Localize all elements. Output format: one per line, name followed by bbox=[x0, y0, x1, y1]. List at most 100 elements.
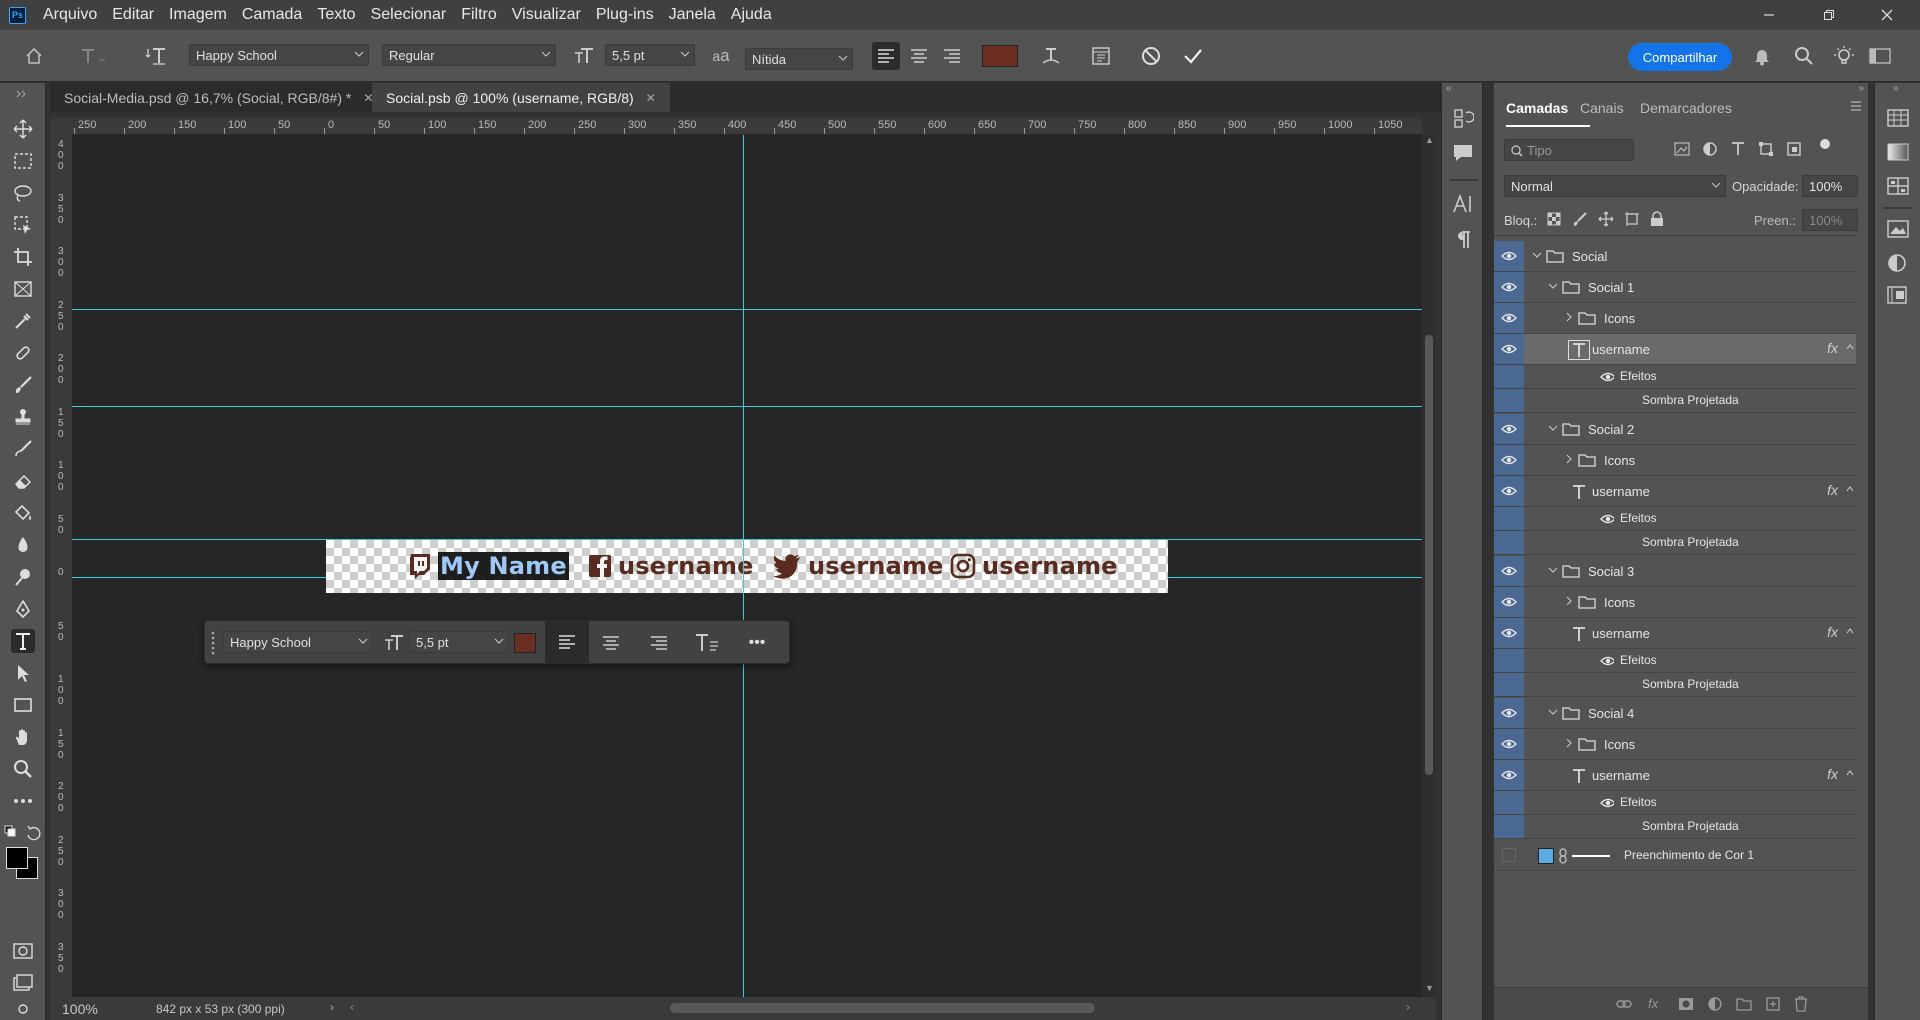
eye-icon[interactable] bbox=[1600, 372, 1614, 382]
eye-icon[interactable] bbox=[1494, 476, 1524, 506]
tables-panel-icon[interactable] bbox=[1887, 109, 1909, 127]
eye-icon[interactable] bbox=[1494, 334, 1524, 364]
layer-group-row[interactable]: Icons bbox=[1494, 587, 1856, 618]
menu-imagem[interactable]: Imagem bbox=[169, 6, 227, 24]
username-text-selected[interactable]: My Name bbox=[438, 552, 569, 580]
vertical-ruler[interactable]: 4 0 0 3 5 0 3 0 0 2 5 0 2 0 0 1 5 0 1 0 0 5 0 0 5… bbox=[50, 135, 72, 997]
foreground-background-colors[interactable] bbox=[6, 847, 40, 881]
tab-camadas[interactable]: Camadas bbox=[1506, 100, 1568, 116]
text-properties-icon[interactable] bbox=[689, 629, 725, 657]
text-color-swatch[interactable] bbox=[982, 45, 1018, 67]
menu-janela[interactable]: Janela bbox=[669, 6, 716, 24]
bell-icon[interactable] bbox=[1750, 44, 1774, 68]
layer-effects-row[interactable]: Efeitos bbox=[1494, 791, 1856, 815]
layer-name[interactable]: Preenchimento de Cor 1 bbox=[1624, 848, 1754, 862]
username-text[interactable]: username bbox=[982, 552, 1118, 580]
font-size-field[interactable]: 5,5 pt bbox=[605, 44, 695, 66]
menu-filtro[interactable]: Filtro bbox=[461, 6, 497, 24]
text-layer-row[interactable]: username fx bbox=[1494, 618, 1856, 649]
minimize-button[interactable] bbox=[1746, 0, 1792, 30]
brush-tool-icon[interactable] bbox=[11, 373, 35, 397]
default-colors-swap-icon[interactable] bbox=[4, 823, 42, 843]
horizontal-scroll-thumb[interactable] bbox=[670, 1003, 1095, 1013]
link-layers-icon[interactable] bbox=[1616, 998, 1632, 1010]
new-fill-adjustment-icon[interactable] bbox=[1708, 997, 1722, 1011]
layer-name[interactable]: Social bbox=[1572, 249, 1607, 264]
guide-vertical[interactable] bbox=[743, 135, 744, 997]
frame-tool-icon[interactable] bbox=[11, 277, 35, 301]
eye-icon[interactable] bbox=[1600, 514, 1614, 524]
twitch-social-item[interactable]: My Name bbox=[408, 551, 569, 581]
filter-adjustment-icon[interactable] bbox=[1702, 141, 1718, 157]
layer-name[interactable]: Social 4 bbox=[1588, 706, 1634, 721]
eye-icon[interactable] bbox=[1494, 698, 1524, 728]
eye-icon[interactable] bbox=[1494, 445, 1524, 475]
path-selection-tool-icon[interactable] bbox=[11, 661, 35, 685]
menu-plugins[interactable]: Plug-ins bbox=[596, 6, 654, 24]
libraries-panel-icon[interactable] bbox=[1887, 219, 1909, 239]
toggle-text-orientation-icon[interactable] bbox=[144, 44, 168, 68]
collapse-effects-icon[interactable] bbox=[1846, 770, 1854, 776]
tab-social-psb[interactable]: Social.psb @ 100% (username, RGB/8) ✕ bbox=[372, 83, 670, 112]
eye-icon[interactable] bbox=[1494, 303, 1524, 333]
lock-pixels-icon[interactable] bbox=[1572, 211, 1588, 227]
layer-effects-row[interactable]: Efeitos bbox=[1494, 365, 1856, 389]
align-left-button[interactable] bbox=[872, 42, 900, 70]
menu-selecionar[interactable]: Selecionar bbox=[371, 6, 447, 24]
type-tool-icon[interactable] bbox=[11, 629, 35, 653]
eye-icon[interactable] bbox=[1600, 798, 1614, 808]
eye-icon[interactable] bbox=[1494, 556, 1524, 586]
twitter-social-item[interactable]: username bbox=[772, 551, 944, 581]
fill-field[interactable]: 100% bbox=[1802, 209, 1858, 231]
collapse-arrows-icon[interactable]: » bbox=[1893, 83, 1899, 94]
more-options-button[interactable]: ••• bbox=[739, 629, 775, 657]
align-center-button[interactable] bbox=[905, 42, 933, 70]
font-family-select[interactable]: Happy School bbox=[189, 44, 369, 66]
delete-layer-icon[interactable] bbox=[1794, 996, 1808, 1012]
layer-name[interactable]: Social 3 bbox=[1588, 564, 1634, 579]
lock-artboard-icon[interactable] bbox=[1624, 211, 1640, 227]
layer-group-row[interactable]: Icons bbox=[1494, 445, 1856, 476]
clone-stamp-tool-icon[interactable] bbox=[11, 405, 35, 429]
hand-tool-icon[interactable] bbox=[11, 725, 35, 749]
chevron-down-icon[interactable] bbox=[1548, 565, 1558, 575]
restore-button[interactable] bbox=[1806, 0, 1852, 30]
layer-name[interactable]: Icons bbox=[1604, 737, 1635, 752]
fx-icon[interactable]: fx bbox=[1827, 624, 1838, 640]
layer-name[interactable]: username bbox=[1592, 484, 1650, 499]
layer-name[interactable]: username bbox=[1592, 626, 1650, 641]
layer-effect-row[interactable]: Sombra Projetada bbox=[1494, 531, 1856, 555]
scroll-up-icon[interactable]: ▲ bbox=[1425, 135, 1434, 145]
gradients-panel-icon[interactable] bbox=[1887, 143, 1909, 161]
search-icon[interactable] bbox=[1792, 44, 1816, 68]
blur-tool-icon[interactable] bbox=[11, 533, 35, 557]
tab-social-media[interactable]: Social-Media.psd @ 16,7% (Social, RGB/8#… bbox=[50, 83, 387, 112]
fx-icon[interactable]: fx bbox=[1827, 340, 1838, 356]
opacity-field[interactable]: 100% bbox=[1802, 175, 1858, 197]
filter-pixel-icon[interactable] bbox=[1674, 141, 1690, 157]
vertical-scrollbar[interactable]: ▲ ▼ bbox=[1422, 135, 1436, 997]
layer-effect-row[interactable]: Sombra Projetada bbox=[1494, 815, 1856, 839]
eye-icon[interactable] bbox=[1494, 272, 1524, 302]
instagram-social-item[interactable]: username bbox=[950, 551, 1118, 581]
filter-shape-icon[interactable] bbox=[1758, 141, 1774, 157]
vertical-scroll-thumb[interactable] bbox=[1425, 335, 1433, 775]
menu-ajuda[interactable]: Ajuda bbox=[731, 6, 772, 24]
drag-handle-icon[interactable] bbox=[209, 629, 217, 657]
paint-bucket-tool-icon[interactable] bbox=[11, 501, 35, 525]
collapse-effects-icon[interactable] bbox=[1846, 344, 1854, 350]
history-panel-icon[interactable] bbox=[1452, 107, 1474, 129]
menu-editar[interactable]: Editar bbox=[112, 6, 154, 24]
eyedropper-tool-icon[interactable] bbox=[11, 309, 35, 333]
lock-all-icon[interactable] bbox=[1650, 211, 1664, 227]
layer-name[interactable]: username bbox=[1592, 342, 1650, 357]
add-mask-icon[interactable] bbox=[1678, 997, 1694, 1011]
eraser-tool-icon[interactable] bbox=[11, 469, 35, 493]
foreground-color-swatch[interactable] bbox=[6, 847, 28, 869]
quick-mask-icon[interactable] bbox=[11, 939, 35, 963]
link-icon[interactable] bbox=[1558, 848, 1568, 864]
status-menu-chevron-icon[interactable]: › bbox=[330, 1000, 334, 1014]
pen-tool-icon[interactable] bbox=[11, 597, 35, 621]
fx-icon[interactable]: fx bbox=[1827, 766, 1838, 782]
effect-name[interactable]: Sombra Projetada bbox=[1642, 535, 1739, 549]
